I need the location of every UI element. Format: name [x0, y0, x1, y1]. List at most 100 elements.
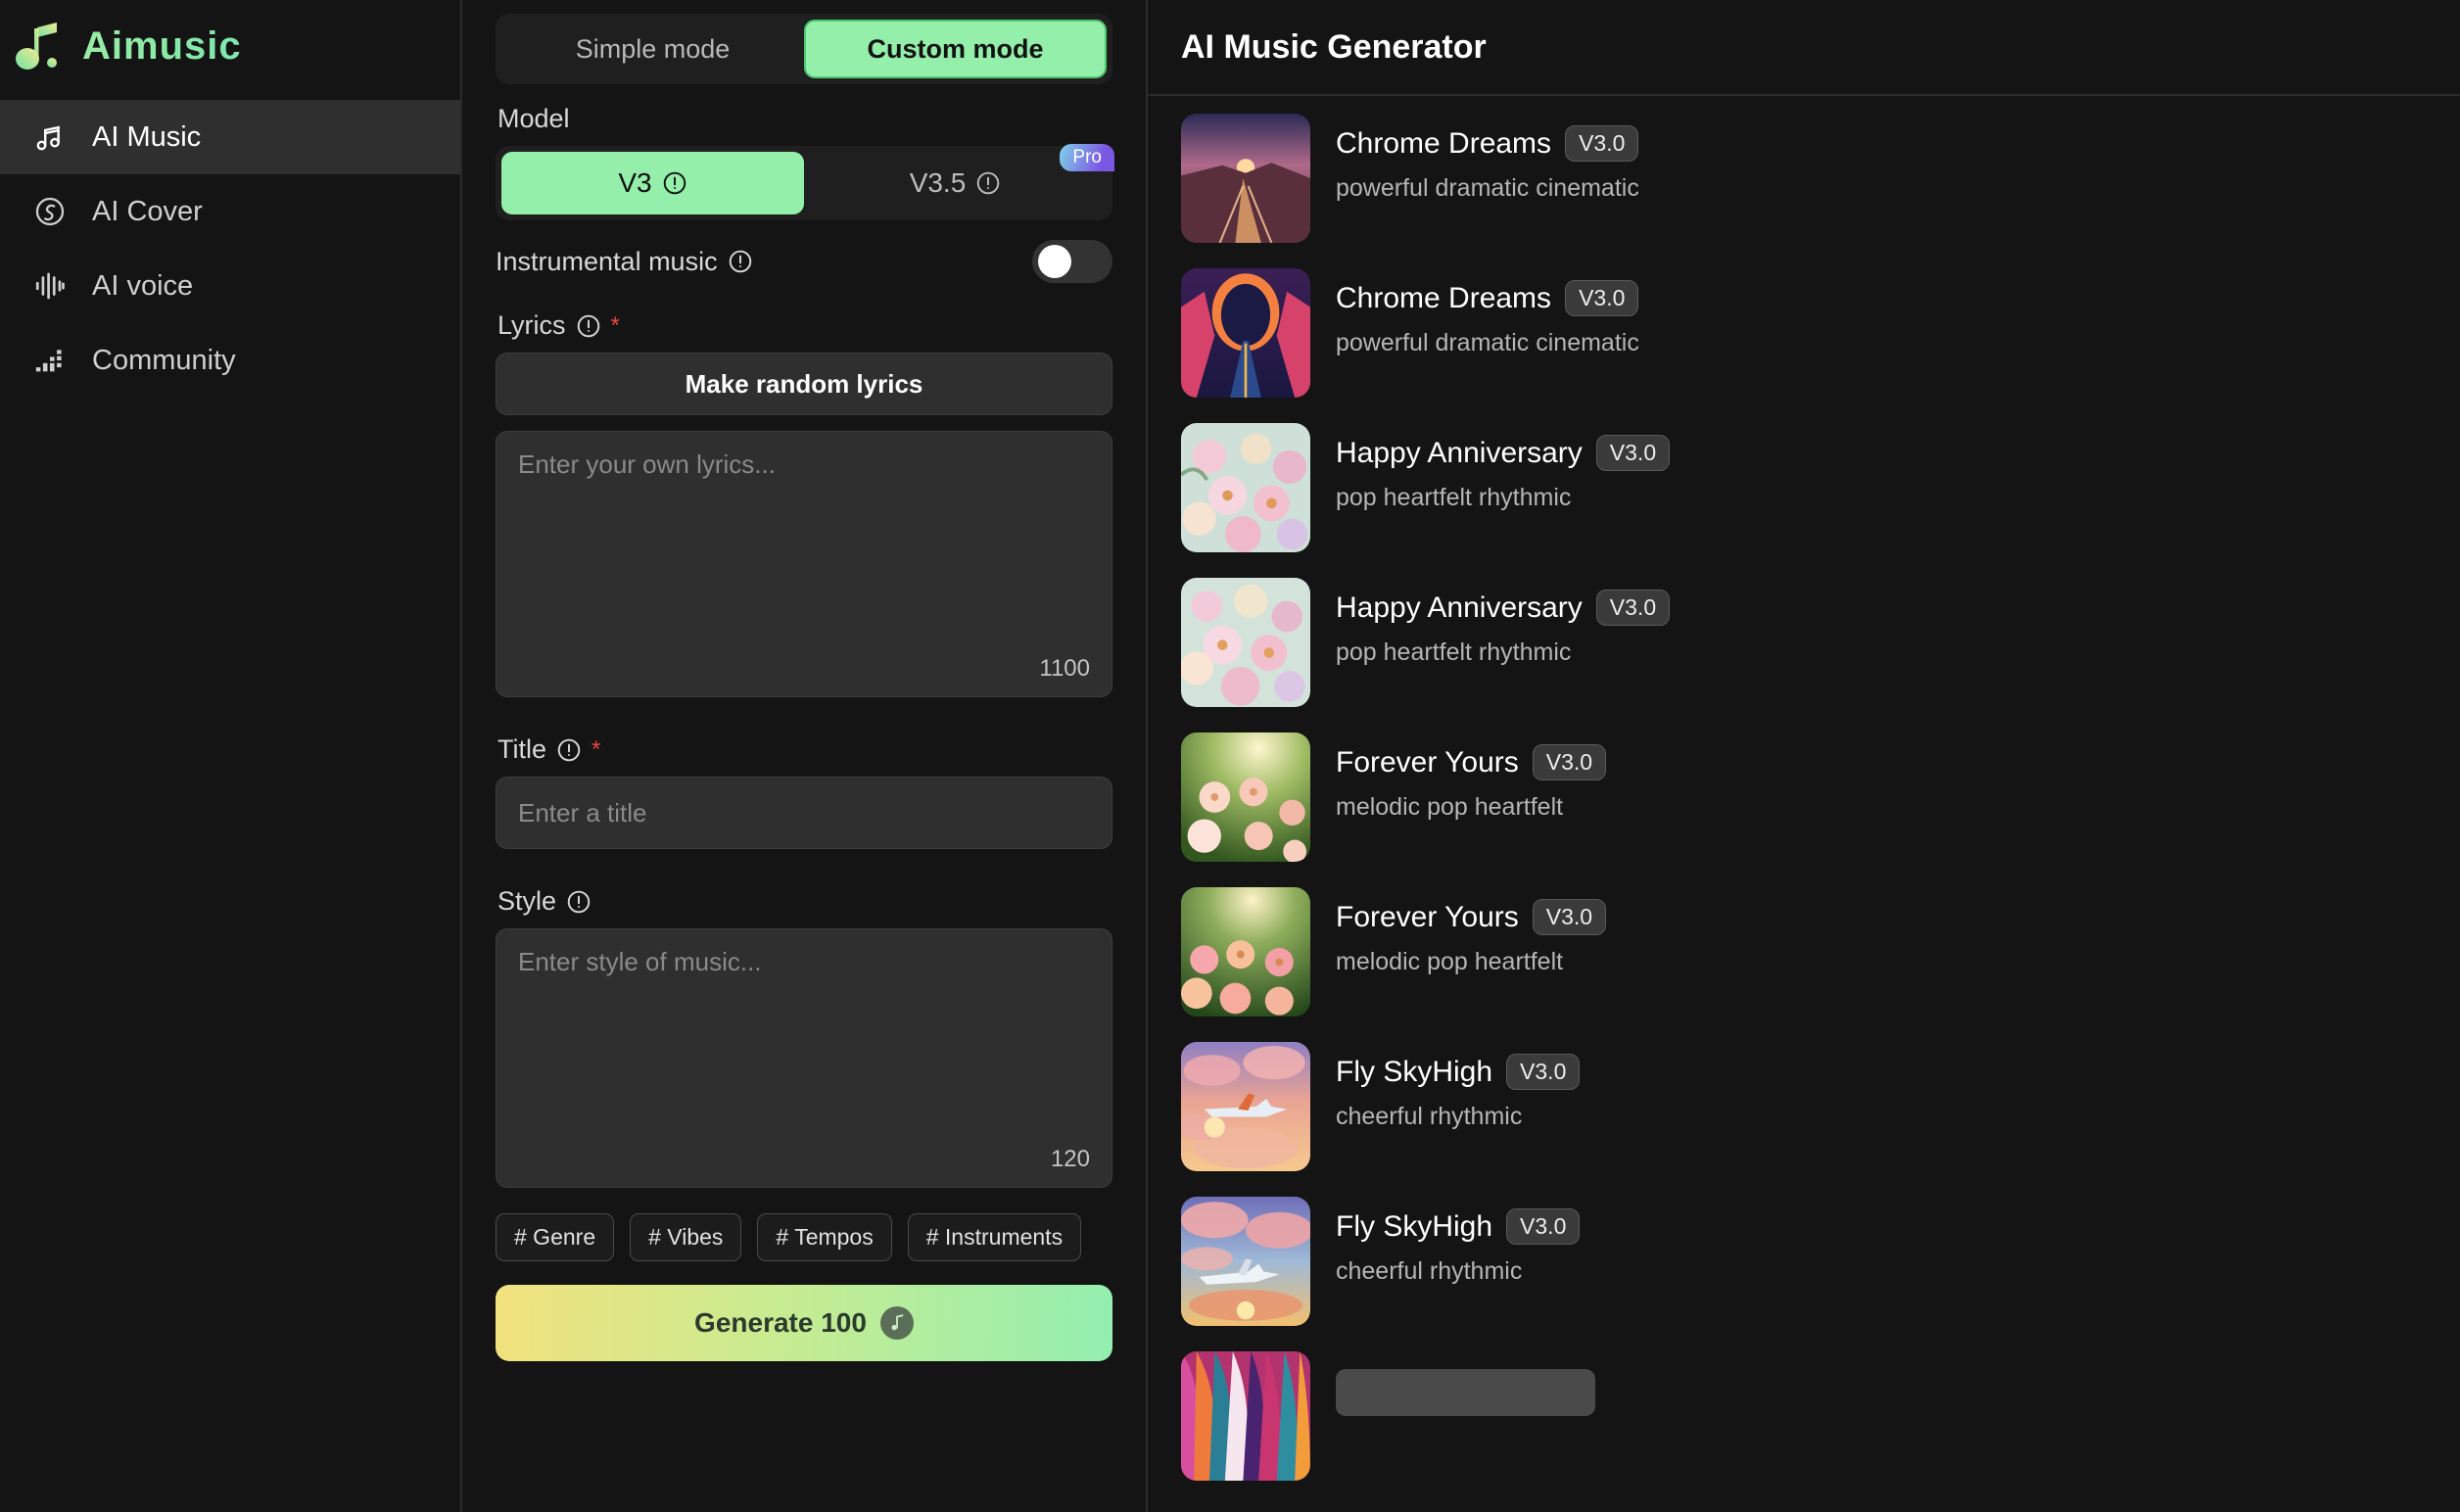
track-row[interactable]: Forever Yours V3.0 melodic pop heartfelt [1181, 732, 2427, 862]
track-row[interactable]: Happy Anniversary V3.0 pop heartfelt rhy… [1181, 423, 2427, 552]
track-artwork[interactable] [1181, 1197, 1310, 1326]
track-version-badge: V3.0 [1506, 1054, 1581, 1091]
lyrics-input[interactable]: Enter your own lyrics... 1100 [496, 431, 1112, 697]
toggle-knob [1038, 245, 1071, 278]
track-artwork[interactable] [1181, 1042, 1310, 1171]
mode-switch: Simple mode Custom mode [496, 14, 1112, 84]
track-info: Chrome Dreams V3.0 powerful dramatic cin… [1336, 268, 1639, 357]
shazam-swirl-icon [29, 191, 71, 232]
track-description: pop heartfelt rhythmic [1336, 638, 1572, 667]
loading-skeleton [1336, 1369, 1595, 1416]
track-title: Happy Anniversary [1336, 436, 1583, 469]
sidebar-item-ai-music[interactable]: AI Music [0, 100, 460, 174]
track-heading: Fly SkyHigh V3.0 [1336, 1208, 1581, 1246]
track-version-badge: V3.0 [1506, 1208, 1581, 1246]
track-artwork[interactable] [1181, 423, 1310, 552]
track-list: Chrome Dreams V3.0 powerful dramatic cin… [1148, 96, 2460, 1481]
track-row[interactable]: Chrome Dreams V3.0 powerful dramatic cin… [1181, 114, 2427, 243]
track-title: Chrome Dreams [1336, 126, 1552, 160]
brand[interactable]: Aimusic [0, 6, 460, 98]
info-circle-icon[interactable] [975, 170, 1001, 196]
track-description: powerful dramatic cinematic [1336, 329, 1639, 357]
track-row[interactable]: Fly SkyHigh V3.0 cheerful rhythmic [1181, 1197, 2427, 1326]
model-label-text: Model [497, 104, 570, 133]
custom-mode-button[interactable]: Custom mode [804, 20, 1107, 78]
track-info: Happy Anniversary V3.0 pop heartfelt rhy… [1336, 423, 1671, 512]
track-info: Fly SkyHigh V3.0 cheerful rhythmic [1336, 1197, 1581, 1286]
track-title: Fly SkyHigh [1336, 1055, 1493, 1088]
simple-mode-button[interactable]: Simple mode [501, 20, 804, 78]
track-info: Forever Yours V3.0 melodic pop heartfelt [1336, 887, 1607, 976]
track-description: melodic pop heartfelt [1336, 793, 1564, 822]
track-version-badge: V3.0 [1565, 280, 1639, 317]
model-option-v3[interactable]: V3 [501, 152, 804, 214]
lyrics-label: Lyrics * [497, 310, 1112, 341]
music-notes-icon [29, 117, 71, 158]
track-row[interactable]: Forever Yours V3.0 melodic pop heartfelt [1181, 887, 2427, 1016]
sidebar-item-label: Community [92, 344, 236, 376]
info-circle-icon[interactable] [662, 170, 687, 196]
sidebar-item-ai-voice[interactable]: AI voice [0, 249, 460, 323]
style-tag-row: # Genre # Vibes # Tempos # Instruments [496, 1213, 1112, 1261]
sidebar-item-label: AI Music [92, 120, 202, 153]
track-artwork[interactable] [1181, 732, 1310, 862]
track-heading: Fly SkyHigh V3.0 [1336, 1054, 1581, 1091]
track-title: Fly SkyHigh [1336, 1209, 1493, 1243]
track-title: Forever Yours [1336, 745, 1519, 779]
track-info: Fly SkyHigh V3.0 cheerful rhythmic [1336, 1042, 1581, 1131]
track-description: powerful dramatic cinematic [1336, 174, 1639, 203]
track-row[interactable] [1181, 1351, 2427, 1481]
track-version-badge: V3.0 [1595, 435, 1671, 472]
tag-instruments[interactable]: # Instruments [907, 1213, 1082, 1261]
track-artwork[interactable] [1181, 887, 1310, 1016]
title-label-text: Title [497, 734, 547, 764]
title-required-marker: * [591, 735, 601, 763]
track-artwork[interactable] [1181, 114, 1310, 243]
instrumental-music-row: Instrumental music [496, 240, 1112, 283]
title-placeholder: Enter a title [518, 797, 647, 827]
track-artwork[interactable] [1181, 268, 1310, 398]
title-label: Title * [497, 734, 1112, 765]
results-header: AI Music Generator [1148, 0, 2460, 96]
make-random-lyrics-button[interactable]: Make random lyrics [496, 353, 1112, 415]
track-info: Chrome Dreams V3.0 powerful dramatic cin… [1336, 114, 1639, 203]
pro-badge: Pro [1060, 144, 1114, 171]
track-version-badge: V3.0 [1565, 125, 1639, 163]
info-circle-icon[interactable] [556, 737, 582, 763]
track-artwork[interactable] [1181, 1351, 1310, 1481]
info-circle-icon[interactable] [728, 249, 753, 274]
style-label: Style [497, 886, 1112, 917]
track-description: pop heartfelt rhythmic [1336, 484, 1572, 512]
title-input[interactable]: Enter a title [496, 777, 1112, 849]
info-circle-icon[interactable] [576, 313, 601, 339]
sidebar-item-label: AI Cover [92, 195, 203, 227]
generate-button[interactable]: Generate 100 [496, 1285, 1112, 1361]
track-row[interactable]: Happy Anniversary V3.0 pop heartfelt rhy… [1181, 578, 2427, 707]
page-title: AI Music Generator [1181, 27, 1487, 66]
style-input[interactable]: Enter style of music... 120 [496, 928, 1112, 1188]
sidebar-item-label: AI voice [92, 269, 194, 302]
tag-tempos[interactable]: # Tempos [757, 1213, 892, 1261]
track-version-badge: V3.0 [1595, 590, 1671, 627]
track-artwork[interactable] [1181, 578, 1310, 707]
track-heading: Chrome Dreams V3.0 [1336, 125, 1639, 163]
track-row[interactable]: Fly SkyHigh V3.0 cheerful rhythmic [1181, 1042, 2427, 1171]
waveform-icon [29, 265, 71, 307]
instrumental-music-toggle[interactable] [1032, 240, 1112, 283]
tag-genre[interactable]: # Genre [496, 1213, 615, 1261]
sidebar-item-ai-cover[interactable]: AI Cover [0, 174, 460, 249]
track-title: Happy Anniversary [1336, 591, 1583, 624]
tag-vibes[interactable]: # Vibes [630, 1213, 742, 1261]
music-note-icon [879, 1306, 914, 1340]
model-option-v3-label: V3 [618, 167, 652, 198]
results-panel: AI Music Generator Chrome Dreams V3.0 po… [1148, 0, 2460, 1512]
lyrics-counter: 1100 [1039, 655, 1090, 682]
lyrics-required-marker: * [610, 311, 620, 339]
info-circle-icon[interactable] [566, 889, 591, 915]
equalizer-bars-icon [29, 340, 71, 381]
track-title: Forever Yours [1336, 900, 1519, 933]
sidebar-item-community[interactable]: Community [0, 323, 460, 398]
track-heading: Happy Anniversary V3.0 [1336, 435, 1671, 472]
track-row[interactable]: Chrome Dreams V3.0 powerful dramatic cin… [1181, 268, 2427, 398]
model-selector: V3 V3.5 Pro [496, 144, 1114, 220]
